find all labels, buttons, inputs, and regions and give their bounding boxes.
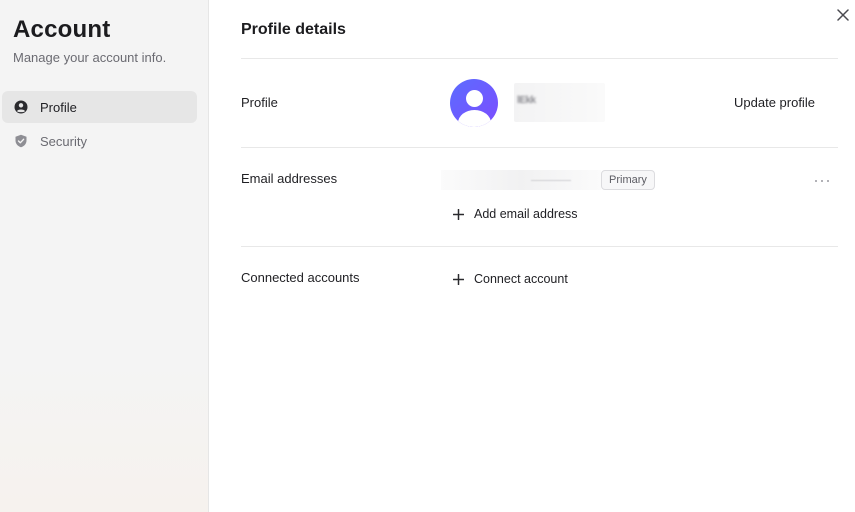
- connect-account-button[interactable]: Connect account: [453, 272, 568, 286]
- sidebar-item-label: Security: [40, 133, 87, 149]
- profile-name: lEkk: [514, 83, 605, 122]
- connected-accounts-label: Connected accounts: [241, 270, 360, 285]
- profile-label: Profile: [241, 95, 278, 110]
- email-addresses-label: Email addresses: [241, 171, 338, 186]
- plus-icon: [453, 208, 464, 220]
- avatar[interactable]: [450, 79, 498, 127]
- close-button[interactable]: [834, 8, 852, 26]
- page-title: Profile details: [241, 21, 346, 38]
- shield-icon: [14, 134, 28, 148]
- primary-badge: Primary: [601, 170, 655, 190]
- update-profile-button[interactable]: Update profile: [734, 95, 815, 110]
- add-email-address-button[interactable]: Add email address: [453, 207, 578, 221]
- sidebar: Account Manage your account info. Profil…: [0, 0, 209, 512]
- sidebar-item-security[interactable]: Security: [2, 125, 197, 157]
- email-more-button[interactable]: [813, 170, 831, 188]
- add-email-address-label: Add email address: [474, 207, 578, 221]
- email-address-value: [441, 170, 601, 190]
- divider: [241, 246, 838, 247]
- sidebar-title: Account: [13, 16, 111, 43]
- divider: [241, 58, 838, 59]
- profile-name-text: lEkk: [517, 95, 536, 106]
- sidebar-item-profile[interactable]: Profile: [2, 91, 197, 123]
- sidebar-item-label: Profile: [40, 99, 77, 115]
- close-icon: [837, 8, 849, 26]
- plus-icon: [453, 273, 464, 285]
- user-circle-icon: [14, 100, 28, 114]
- divider: [241, 147, 838, 148]
- more-horizontal-icon: [814, 170, 830, 188]
- sidebar-subtitle: Manage your account info.: [13, 50, 167, 65]
- connect-account-label: Connect account: [474, 272, 568, 286]
